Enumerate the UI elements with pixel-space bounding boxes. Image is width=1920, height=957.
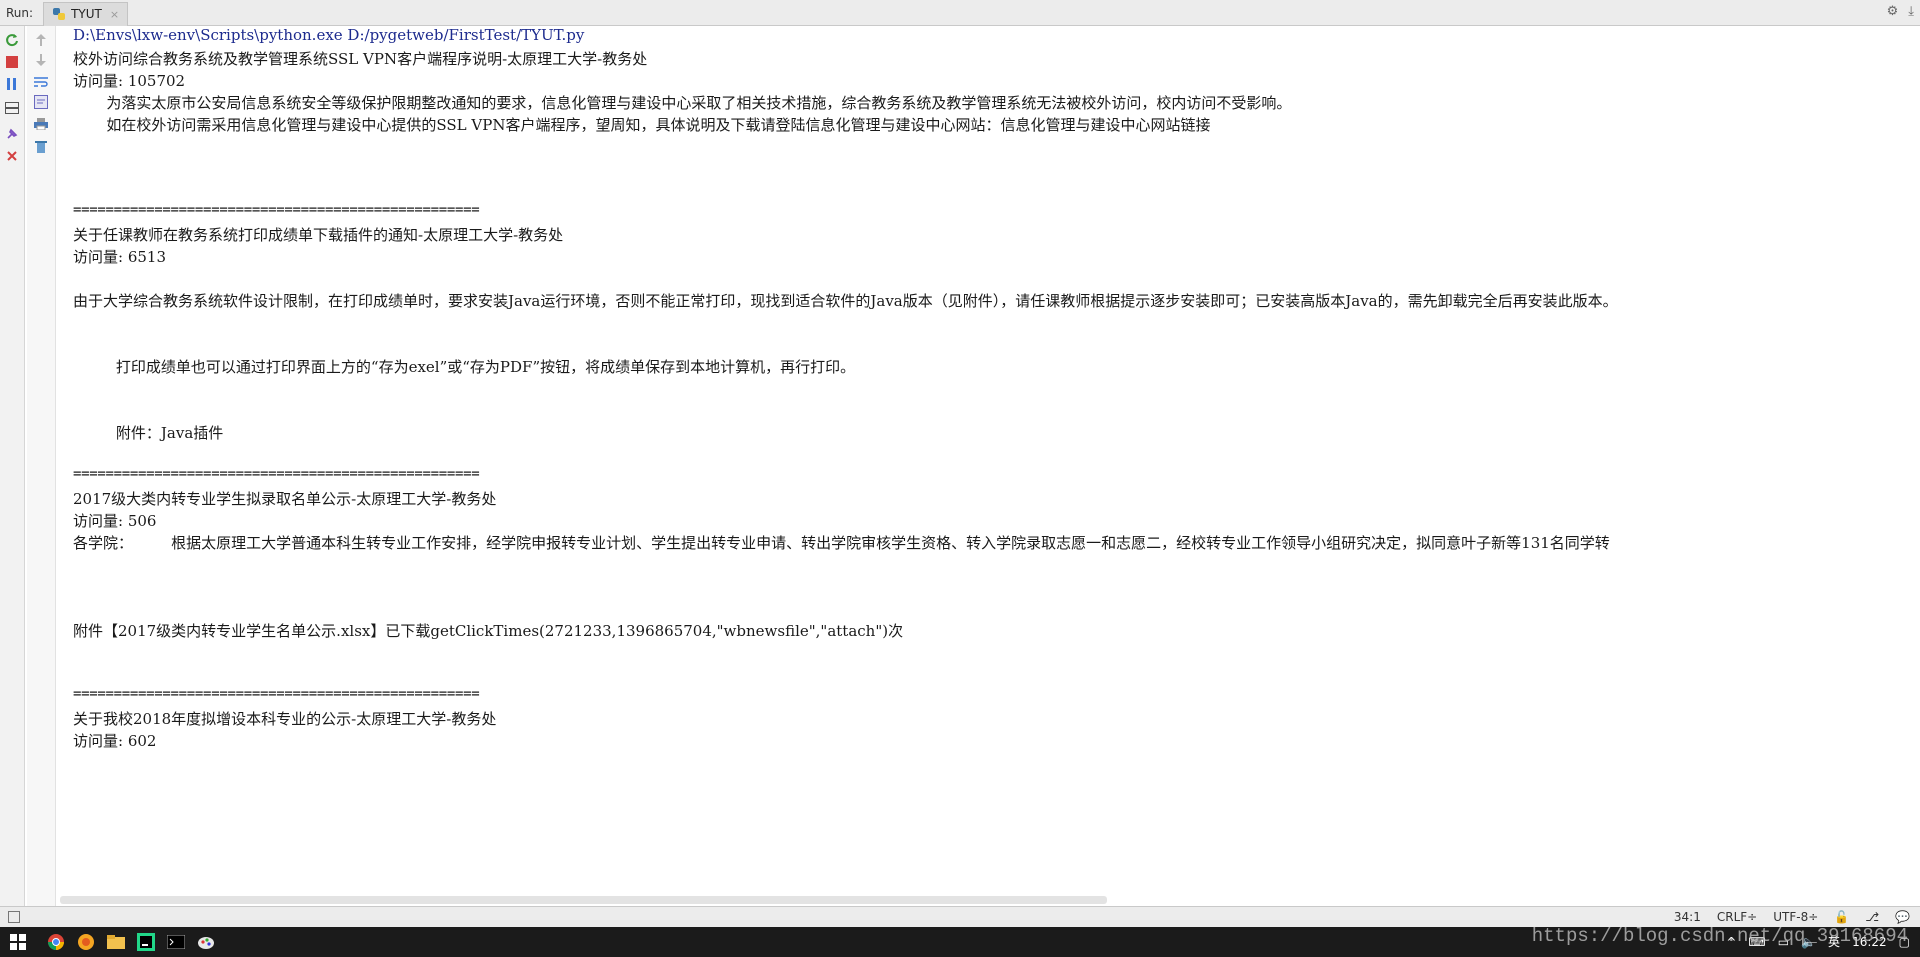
console-line: 访问量: 6513	[73, 248, 166, 266]
cursor-position[interactable]: 34:1	[1674, 910, 1701, 924]
run-tab-tyut[interactable]: TYUT ×	[43, 1, 129, 26]
console-output[interactable]: D:\Envs\lxw-env\Scripts\python.exe D:/py…	[60, 26, 1918, 906]
stop-icon[interactable]	[4, 54, 20, 70]
scroll-to-end-icon[interactable]	[33, 94, 49, 110]
event-log-icon[interactable]: 💬	[1895, 910, 1910, 924]
console-toolbar	[27, 26, 56, 906]
close-icon[interactable]: ×	[110, 8, 119, 21]
chrome-icon[interactable]	[46, 932, 66, 952]
console-line: 关于我校2018年度拟增设本科专业的公示-太原理工大学-教务处	[73, 710, 497, 728]
file-explorer-icon[interactable]	[106, 932, 126, 952]
status-bar: 34:1 CRLF÷ UTF-8÷ 🔓 ⎇ 💬	[0, 906, 1920, 927]
run-tool-window-header: Run: TYUT × ⚙ ⤓	[0, 0, 1920, 26]
console-command-line: D:\Envs\lxw-env\Scripts\python.exe D:/py…	[73, 26, 585, 44]
console-line: 关于任课教师在教务系统打印成绩单下载插件的通知-太原理工大学-教务处	[73, 226, 564, 244]
pin-icon[interactable]	[4, 126, 20, 142]
windows-start-icon[interactable]	[8, 932, 28, 952]
console-line: 访问量: 506	[73, 512, 157, 530]
run-label: Run:	[6, 5, 34, 20]
horizontal-scrollbar[interactable]	[60, 896, 1107, 904]
lock-icon[interactable]: 🔓	[1834, 910, 1849, 924]
arrow-down-icon[interactable]	[33, 52, 49, 68]
console-line: 由于大学综合教务系统软件设计限制，在打印成绩单时，要求安装Java运行环境，否则…	[73, 292, 1618, 310]
watermark: https://blog.csdn.net/qq_39168694	[1531, 925, 1908, 947]
layout-icon[interactable]	[4, 100, 20, 116]
paint-icon[interactable]	[196, 932, 216, 952]
browser-icon[interactable]	[76, 932, 96, 952]
file-encoding[interactable]: UTF-8÷	[1773, 910, 1818, 924]
arrow-up-icon[interactable]	[33, 32, 49, 48]
run-tab-label: TYUT	[71, 7, 102, 21]
console-line: 为落实太原市公安局信息系统安全等级保护限期整改通知的要求，信息化管理与建设中心采…	[73, 94, 1292, 112]
console-separator: ========================================…	[73, 466, 480, 482]
pause-icon[interactable]	[4, 76, 20, 92]
print-icon[interactable]	[33, 116, 49, 132]
console-separator: ========================================…	[73, 686, 480, 702]
console-line: 访问量: 105702	[73, 72, 186, 90]
console-line: 打印成绩单也可以通过打印界面上方的“存为exel”或“存为PDF”按钮，将成绩单…	[73, 358, 856, 376]
console-line: 访问量: 602	[73, 732, 157, 750]
soft-wrap-icon[interactable]	[33, 74, 49, 90]
trash-icon[interactable]	[33, 138, 49, 154]
console-line: 2017级大类内转专业学生拟录取名单公示-太原理工大学-教务处	[73, 490, 497, 508]
close-run-icon[interactable]	[4, 148, 20, 164]
console-line: 如在校外访问需采用信息化管理与建设中心提供的SSL VPN客户端程序，望周知，具…	[73, 116, 1211, 134]
console-line: 校外访问综合教务系统及教学管理系统SSL VPN客户端程序说明-太原理工大学-教…	[73, 50, 648, 68]
hide-panel-icon[interactable]: ⤓	[1908, 4, 1914, 19]
git-icon[interactable]: ⎇	[1865, 910, 1879, 924]
python-icon	[53, 8, 66, 20]
gear-icon[interactable]: ⚙	[1887, 4, 1899, 19]
pycharm-icon[interactable]	[136, 932, 156, 952]
rerun-icon[interactable]	[4, 32, 20, 48]
line-separator[interactable]: CRLF÷	[1717, 910, 1757, 924]
console-line: 附件：Java插件	[73, 424, 224, 442]
tool-windows-icon[interactable]	[8, 911, 20, 923]
console-line: 各学院： 根据太原理工大学普通本科生转专业工作安排，经学院申报转专业计划、学生提…	[73, 534, 1610, 552]
terminal-icon[interactable]	[166, 932, 186, 952]
console-line: 附件【2017级类内转专业学生名单公示.xlsx】已下载getClickTime…	[73, 622, 904, 640]
run-left-toolbar	[0, 26, 25, 906]
console-separator: ========================================…	[73, 202, 480, 218]
